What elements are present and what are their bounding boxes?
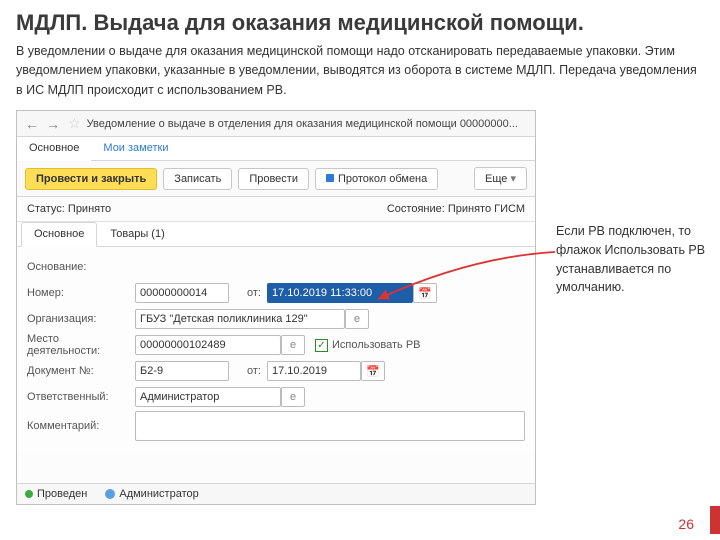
toolbar: Провести и закрыть Записать Провести Про… — [17, 161, 535, 197]
open-icon[interactable] — [281, 335, 305, 355]
form-body: Основание: Номер: от: Организация: Место… — [17, 247, 535, 453]
app-footer: Проведен Администратор — [17, 483, 535, 504]
calendar-icon[interactable] — [361, 361, 385, 381]
nav-tabs: Основное Мои заметки — [17, 137, 535, 161]
forward-icon[interactable]: → — [46, 116, 60, 132]
app-window: ← → ☆ Уведомление о выдаче в отделения д… — [16, 110, 536, 505]
use-rv-checkbox[interactable]: ✓ Использовать РВ — [315, 339, 421, 352]
org-label: Организация: — [27, 313, 135, 325]
from-label: от: — [229, 287, 267, 299]
post-and-close-button[interactable]: Провести и закрыть — [25, 168, 157, 190]
favorite-icon[interactable]: ☆ — [68, 115, 81, 132]
titlebar: ← → ☆ Уведомление о выдаче в отделения д… — [17, 111, 535, 137]
page-number: 26 — [678, 516, 694, 532]
dot-icon — [25, 490, 33, 498]
comment-label: Комментарий: — [27, 420, 135, 432]
basis-label: Основание: — [27, 261, 135, 273]
subtab-main[interactable]: Основное — [21, 222, 97, 247]
posted-indicator: Проведен — [25, 488, 87, 500]
subtab-goods[interactable]: Товары (1) — [97, 222, 177, 246]
person-icon — [105, 489, 115, 499]
back-icon[interactable]: ← — [25, 116, 39, 132]
form-subtabs: Основное Товары (1) — [17, 222, 535, 247]
save-button[interactable]: Записать — [163, 168, 232, 190]
number-field[interactable] — [135, 283, 229, 303]
protocol-button[interactable]: Протокол обмена — [315, 168, 438, 190]
doc-date-field[interactable] — [267, 361, 361, 381]
nav-arrows: ← → — [25, 116, 64, 132]
date-field[interactable] — [267, 283, 413, 303]
side-annotation: Если РВ подключен, то флажок Использоват… — [556, 222, 708, 297]
status-row: Статус: Принято Состояние: Принято ГИСМ — [17, 197, 535, 222]
resp-field[interactable] — [135, 387, 281, 407]
tab-main[interactable]: Основное — [17, 137, 91, 161]
calendar-icon[interactable] — [413, 283, 437, 303]
state-value: Принято ГИСМ — [448, 203, 525, 215]
doc-from-label: от: — [229, 365, 267, 377]
open-icon[interactable] — [281, 387, 305, 407]
status-label: Статус: — [27, 203, 65, 215]
use-rv-label: Использовать РВ — [332, 339, 421, 351]
open-icon[interactable] — [345, 309, 369, 329]
org-field[interactable] — [135, 309, 345, 329]
window-title: Уведомление о выдаче в отделения для ока… — [87, 118, 518, 130]
state-label: Состояние: — [387, 203, 445, 215]
check-icon: ✓ — [315, 339, 328, 352]
doc-field[interactable] — [135, 361, 229, 381]
number-label: Номер: — [27, 287, 135, 299]
corner-accent — [710, 506, 720, 534]
post-button[interactable]: Провести — [238, 168, 309, 190]
more-button[interactable]: Еще — [474, 167, 527, 190]
place-field[interactable] — [135, 335, 281, 355]
admin-indicator: Администратор — [105, 488, 198, 500]
slide-description: В уведомлении о выдаче для оказания меди… — [0, 42, 720, 110]
doc-label: Документ №: — [27, 365, 135, 377]
status-value: Принято — [68, 203, 111, 215]
place-label: Место деятельности: — [27, 333, 135, 357]
resp-label: Ответственный: — [27, 391, 135, 403]
slide-title: МДЛП. Выдача для оказания медицинской по… — [0, 0, 720, 42]
comment-field[interactable] — [135, 411, 525, 441]
tab-notes[interactable]: Мои заметки — [91, 137, 180, 160]
